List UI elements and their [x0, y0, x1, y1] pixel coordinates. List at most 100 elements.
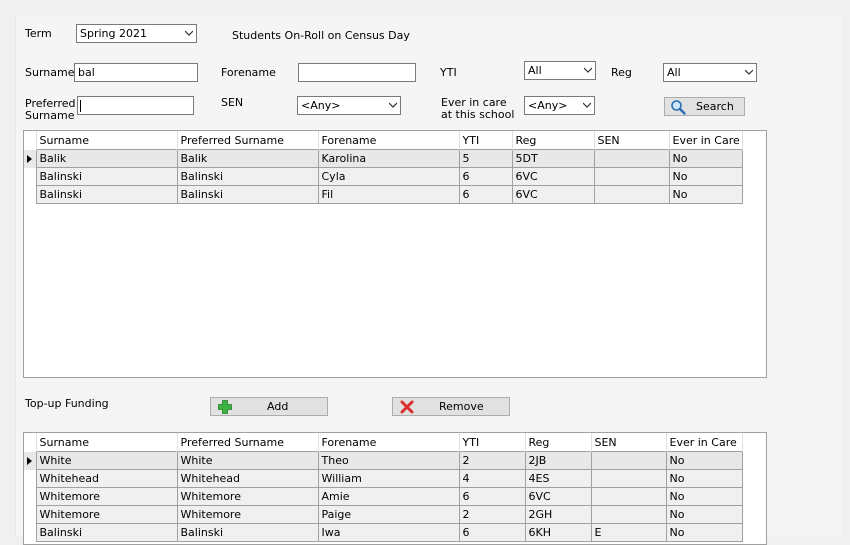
topup-row[interactable]: Balinski Balinski Iwa 6 6KH E No: [24, 523, 743, 542]
results-column-header[interactable]: Preferred Surname: [177, 131, 319, 150]
results-column-header[interactable]: YTI: [459, 131, 513, 150]
topup-row[interactable]: White White Theo 2 2JB No: [24, 451, 743, 470]
results-column-header[interactable]: Ever in Care: [669, 131, 743, 150]
results-cell[interactable]: 6: [458, 185, 513, 204]
topup-cell[interactable]: White: [176, 451, 319, 470]
topup-cell[interactable]: 6: [458, 523, 526, 542]
topup-cell[interactable]: Whitemore: [35, 487, 178, 506]
results-cell[interactable]: 5: [458, 149, 513, 168]
surname-input[interactable]: [74, 63, 198, 82]
topup-cell[interactable]: 6VC: [524, 487, 592, 506]
remove-button-label: Remove: [439, 400, 484, 413]
forename-input[interactable]: [298, 63, 416, 82]
results-cell[interactable]: Balinski: [176, 167, 319, 186]
topup-cell[interactable]: 6KH: [524, 523, 592, 542]
topup-cell[interactable]: Balinski: [35, 523, 178, 542]
topup-column-header[interactable]: YTI: [459, 433, 526, 452]
add-button[interactable]: Add: [210, 397, 328, 416]
search-results-grid[interactable]: Surname Preferred Surname Forename YTI Reg SE…: [23, 130, 767, 378]
yti-dropdown[interactable]: All: [524, 61, 596, 80]
results-cell[interactable]: Cyla: [317, 167, 460, 186]
topup-row[interactable]: Whitehead Whitehead William 4 4ES No: [24, 469, 743, 488]
census-title: Students On-Roll on Census Day: [232, 29, 410, 42]
results-cell[interactable]: No: [668, 167, 743, 186]
topup-cell[interactable]: [590, 505, 667, 524]
topup-cell[interactable]: No: [665, 523, 743, 542]
results-cell[interactable]: Balinski: [176, 185, 319, 204]
topup-cell[interactable]: White: [35, 451, 178, 470]
topup-cell[interactable]: Balinski: [176, 523, 319, 542]
topup-cell[interactable]: Whitemore: [176, 487, 319, 506]
topup-cell[interactable]: No: [665, 451, 743, 470]
topup-cell[interactable]: [590, 451, 667, 470]
topup-row[interactable]: Whitemore Whitemore Amie 6 6VC No: [24, 487, 743, 506]
topup-cell[interactable]: Whitehead: [176, 469, 319, 488]
row-indicator: [24, 451, 37, 470]
search-icon: [671, 100, 686, 115]
results-cell[interactable]: 6VC: [511, 185, 595, 204]
results-cell[interactable]: 5DT: [511, 149, 595, 168]
topup-row[interactable]: Whitemore Whitemore Paige 2 2GH No: [24, 505, 743, 524]
chevron-down-icon: [389, 102, 397, 108]
topup-cell[interactable]: No: [665, 487, 743, 506]
search-button[interactable]: Search: [664, 97, 745, 116]
topup-cell[interactable]: 2: [458, 505, 526, 524]
topup-cell[interactable]: Whitemore: [35, 505, 178, 524]
topup-cell[interactable]: Whitehead: [35, 469, 178, 488]
results-column-header[interactable]: Reg: [512, 131, 595, 150]
results-cell[interactable]: 6: [458, 167, 513, 186]
results-cell[interactable]: Karolina: [317, 149, 460, 168]
topup-cell[interactable]: [590, 469, 667, 488]
topup-funding-grid[interactable]: Surname Preferred Surname Forename YTI Reg SE…: [23, 432, 767, 545]
row-header-corner: [24, 433, 37, 452]
topup-cell[interactable]: No: [665, 469, 743, 488]
topup-cell[interactable]: Iwa: [317, 523, 460, 542]
topup-cell[interactable]: Amie: [317, 487, 460, 506]
topup-cell[interactable]: 2JB: [524, 451, 592, 470]
ever-in-care-dropdown[interactable]: <Any>: [524, 96, 595, 115]
results-cell[interactable]: Balinski: [35, 167, 178, 186]
results-cell[interactable]: Balinski: [35, 185, 178, 204]
topup-cell[interactable]: Paige: [317, 505, 460, 524]
topup-column-header[interactable]: Ever in Care: [666, 433, 743, 452]
topup-column-header[interactable]: Preferred Surname: [177, 433, 319, 452]
results-cell[interactable]: 6VC: [511, 167, 595, 186]
results-cell[interactable]: [593, 185, 670, 204]
chevron-down-icon: [745, 69, 753, 75]
results-column-header[interactable]: Surname: [36, 131, 178, 150]
preferred-surname-input[interactable]: [77, 96, 194, 115]
topup-cell[interactable]: E: [590, 523, 667, 542]
topup-column-header[interactable]: Surname: [36, 433, 178, 452]
topup-cell[interactable]: 4ES: [524, 469, 592, 488]
results-row[interactable]: Balinski Balinski Fil 6 6VC No: [24, 185, 743, 204]
reg-dropdown[interactable]: All: [663, 63, 757, 82]
results-cell[interactable]: Balik: [35, 149, 178, 168]
results-cell[interactable]: [593, 167, 670, 186]
sen-dropdown[interactable]: <Any>: [297, 96, 401, 115]
results-cell[interactable]: No: [668, 185, 743, 204]
term-dropdown[interactable]: Spring 2021: [76, 24, 197, 43]
remove-button[interactable]: Remove: [392, 397, 510, 416]
topup-cell[interactable]: [590, 487, 667, 506]
topup-cell[interactable]: Whitemore: [176, 505, 319, 524]
topup-cell[interactable]: William: [317, 469, 460, 488]
row-indicator: [24, 185, 37, 204]
topup-column-header[interactable]: SEN: [591, 433, 667, 452]
topup-cell[interactable]: No: [665, 505, 743, 524]
results-column-header[interactable]: Forename: [318, 131, 460, 150]
results-row[interactable]: Balinski Balinski Cyla 6 6VC No: [24, 167, 743, 186]
topup-column-header[interactable]: Reg: [525, 433, 592, 452]
results-row[interactable]: Balik Balik Karolina 5 5DT No: [24, 149, 743, 168]
results-cell[interactable]: No: [668, 149, 743, 168]
topup-cell[interactable]: 4: [458, 469, 526, 488]
results-cell[interactable]: Fil: [317, 185, 460, 204]
topup-cell[interactable]: 6: [458, 487, 526, 506]
results-column-header[interactable]: SEN: [594, 131, 670, 150]
results-cell[interactable]: Balik: [176, 149, 319, 168]
row-indicator: [24, 523, 37, 542]
topup-cell[interactable]: 2GH: [524, 505, 592, 524]
topup-cell[interactable]: Theo: [317, 451, 460, 470]
results-cell[interactable]: [593, 149, 670, 168]
topup-column-header[interactable]: Forename: [318, 433, 460, 452]
topup-cell[interactable]: 2: [458, 451, 526, 470]
